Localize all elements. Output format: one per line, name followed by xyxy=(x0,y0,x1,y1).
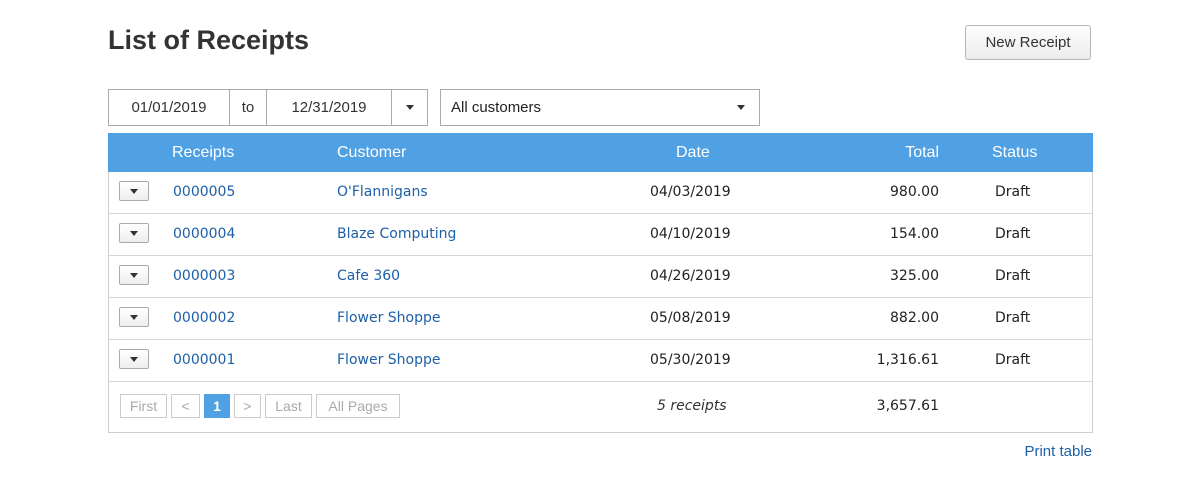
date-to-input[interactable]: 12/31/2019 xyxy=(267,90,392,125)
receipt-status: Draft xyxy=(995,226,1031,242)
table-row: 0000003 Cafe 360 04/26/2019 325.00 Draft xyxy=(109,256,1092,298)
receipt-number-link[interactable]: 0000005 xyxy=(173,184,235,200)
chevron-down-icon xyxy=(130,356,138,362)
receipt-status: Draft xyxy=(995,352,1031,368)
row-menu-button[interactable] xyxy=(119,349,149,369)
chevron-down-icon xyxy=(130,272,138,278)
receipt-total: 882.00 xyxy=(890,310,939,326)
receipt-date: 04/26/2019 xyxy=(650,268,731,284)
page-next-button[interactable]: > xyxy=(234,394,261,418)
receipt-date: 05/30/2019 xyxy=(650,352,731,368)
page-first-button[interactable]: First xyxy=(120,394,167,418)
receipts-table: Receipts Customer Date Total Status 0000… xyxy=(108,133,1093,433)
date-from-input[interactable]: 01/01/2019 xyxy=(109,90,230,125)
receipt-number-link[interactable]: 0000001 xyxy=(173,352,235,368)
date-range-filter: 01/01/2019 to 12/31/2019 xyxy=(108,89,428,126)
receipt-number-link[interactable]: 0000003 xyxy=(173,268,235,284)
chevron-down-icon xyxy=(737,105,745,110)
customer-link[interactable]: Cafe 360 xyxy=(337,268,400,284)
chevron-down-icon xyxy=(130,314,138,320)
chevron-down-icon xyxy=(130,188,138,194)
pagination: First < 1 > Last All Pages xyxy=(120,394,400,418)
table-header: Receipts Customer Date Total Status xyxy=(108,133,1093,172)
header-date[interactable]: Date xyxy=(676,144,710,162)
receipt-total: 1,316.61 xyxy=(876,352,939,368)
table-row: 0000004 Blaze Computing 04/10/2019 154.0… xyxy=(109,214,1092,256)
row-menu-button[interactable] xyxy=(119,181,149,201)
customer-link[interactable]: Blaze Computing xyxy=(337,226,456,242)
grand-total: 3,657.61 xyxy=(876,398,939,414)
customer-select[interactable]: All customers xyxy=(440,89,760,126)
receipt-date: 05/08/2019 xyxy=(650,310,731,326)
receipt-status: Draft xyxy=(995,310,1031,326)
chevron-down-icon xyxy=(130,230,138,236)
header-customer[interactable]: Customer xyxy=(337,144,406,162)
customer-link[interactable]: Flower Shoppe xyxy=(337,352,441,368)
customer-link[interactable]: Flower Shoppe xyxy=(337,310,441,326)
receipt-date: 04/03/2019 xyxy=(650,184,731,200)
table-row: 0000002 Flower Shoppe 05/08/2019 882.00 … xyxy=(109,298,1092,340)
receipt-number-link[interactable]: 0000002 xyxy=(173,310,235,326)
page-current-button[interactable]: 1 xyxy=(204,394,230,418)
receipt-count: 5 receipts xyxy=(657,398,727,414)
receipt-status: Draft xyxy=(995,268,1031,284)
row-menu-button[interactable] xyxy=(119,223,149,243)
table-row: 0000005 O'Flannigans 04/03/2019 980.00 D… xyxy=(109,172,1092,214)
header-receipts[interactable]: Receipts xyxy=(172,144,234,162)
customer-select-value: All customers xyxy=(451,99,542,116)
date-range-dropdown-button[interactable] xyxy=(392,90,427,125)
page-title: List of Receipts xyxy=(108,25,310,55)
receipt-status: Draft xyxy=(995,184,1031,200)
page-prev-button[interactable]: < xyxy=(171,394,200,418)
page-all-button[interactable]: All Pages xyxy=(316,394,400,418)
header-status[interactable]: Status xyxy=(992,144,1037,162)
customer-link[interactable]: O'Flannigans xyxy=(337,184,428,200)
page-last-button[interactable]: Last xyxy=(265,394,312,418)
header-total[interactable]: Total xyxy=(905,144,939,162)
receipt-number-link[interactable]: 0000004 xyxy=(173,226,235,242)
print-table-link[interactable]: Print table xyxy=(1024,443,1092,460)
row-menu-button[interactable] xyxy=(119,265,149,285)
new-receipt-button[interactable]: New Receipt xyxy=(965,25,1091,60)
date-to-label: to xyxy=(230,90,267,125)
receipt-total: 154.00 xyxy=(890,226,939,242)
receipt-total: 325.00 xyxy=(890,268,939,284)
receipt-total: 980.00 xyxy=(890,184,939,200)
chevron-down-icon xyxy=(405,105,414,110)
row-menu-button[interactable] xyxy=(119,307,149,327)
receipt-date: 04/10/2019 xyxy=(650,226,731,242)
table-row: 0000001 Flower Shoppe 05/30/2019 1,316.6… xyxy=(109,340,1092,382)
